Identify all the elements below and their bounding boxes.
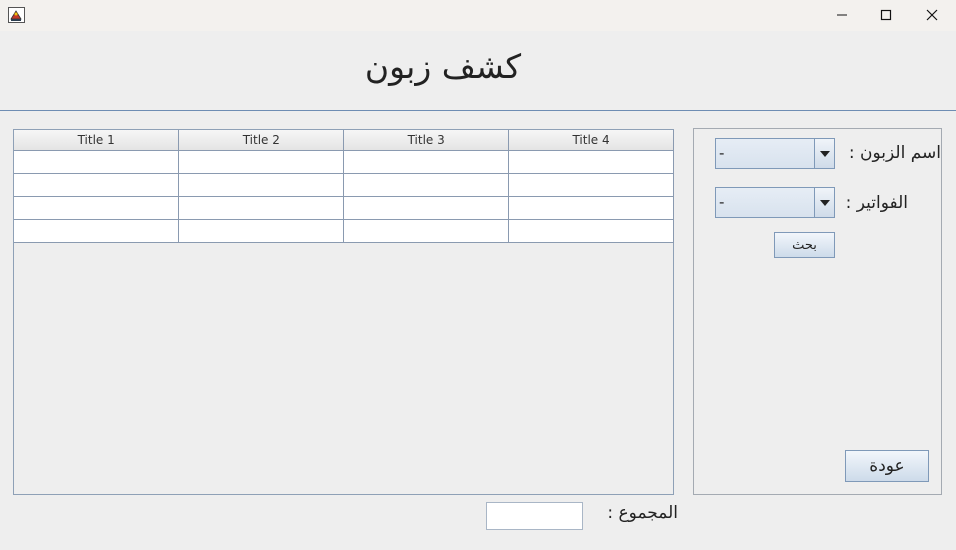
table-cell[interactable] bbox=[178, 172, 345, 197]
customer-name-label: اسم الزبون : bbox=[848, 143, 941, 163]
column-header[interactable]: Title 3 bbox=[343, 130, 510, 151]
table-cell[interactable] bbox=[14, 172, 180, 197]
customer-name-dropdown[interactable]: - bbox=[715, 138, 835, 169]
column-header[interactable]: Title 1 bbox=[14, 130, 180, 151]
invoices-value: - bbox=[719, 193, 725, 211]
window-titlebar bbox=[0, 0, 956, 31]
close-button[interactable] bbox=[909, 0, 955, 31]
table-cell[interactable] bbox=[14, 218, 180, 243]
results-table[interactable]: Title 1 Title 2 Title 3 Title 4 bbox=[14, 130, 674, 243]
minimize-button[interactable] bbox=[819, 0, 865, 31]
table-row[interactable] bbox=[14, 218, 674, 243]
search-button[interactable]: بحث bbox=[774, 232, 835, 258]
back-button[interactable]: عودة bbox=[845, 450, 929, 482]
table-cell[interactable] bbox=[508, 195, 674, 220]
table-cell[interactable] bbox=[343, 149, 510, 174]
table-cell[interactable] bbox=[343, 218, 510, 243]
chevron-down-icon[interactable] bbox=[814, 188, 834, 217]
table-cell[interactable] bbox=[14, 149, 180, 174]
chevron-down-icon[interactable] bbox=[814, 139, 834, 168]
total-field[interactable] bbox=[486, 502, 583, 530]
page-title: كشف زبون bbox=[364, 47, 522, 86]
invoices-label: الفواتير : bbox=[845, 193, 908, 213]
title-separator bbox=[0, 110, 956, 111]
table-cell[interactable] bbox=[508, 218, 674, 243]
close-icon bbox=[926, 6, 938, 25]
minimize-icon bbox=[836, 6, 848, 25]
table-cell[interactable] bbox=[178, 195, 345, 220]
total-label: المجموع : bbox=[607, 503, 678, 523]
table-row[interactable] bbox=[14, 149, 674, 174]
table-cell[interactable] bbox=[508, 172, 674, 197]
table-cell[interactable] bbox=[178, 218, 345, 243]
java-app-icon bbox=[8, 7, 25, 23]
table-cell[interactable] bbox=[178, 149, 345, 174]
filter-panel: اسم الزبون : - الفواتير : - بحث عودة bbox=[693, 128, 942, 495]
table-cell[interactable] bbox=[508, 149, 674, 174]
maximize-button[interactable] bbox=[863, 0, 909, 31]
results-table-panel[interactable]: Title 1 Title 2 Title 3 Title 4 bbox=[13, 129, 674, 495]
column-header[interactable]: Title 4 bbox=[508, 130, 674, 151]
table-cell[interactable] bbox=[343, 172, 510, 197]
table-cell[interactable] bbox=[14, 195, 180, 220]
column-header[interactable]: Title 2 bbox=[178, 130, 345, 151]
table-cell[interactable] bbox=[343, 195, 510, 220]
table-row[interactable] bbox=[14, 195, 674, 220]
table-header-row: Title 1 Title 2 Title 3 Title 4 bbox=[14, 130, 674, 151]
table-row[interactable] bbox=[14, 172, 674, 197]
customer-name-value: - bbox=[719, 144, 725, 162]
invoices-dropdown[interactable]: - bbox=[715, 187, 835, 218]
maximize-icon bbox=[880, 6, 892, 25]
